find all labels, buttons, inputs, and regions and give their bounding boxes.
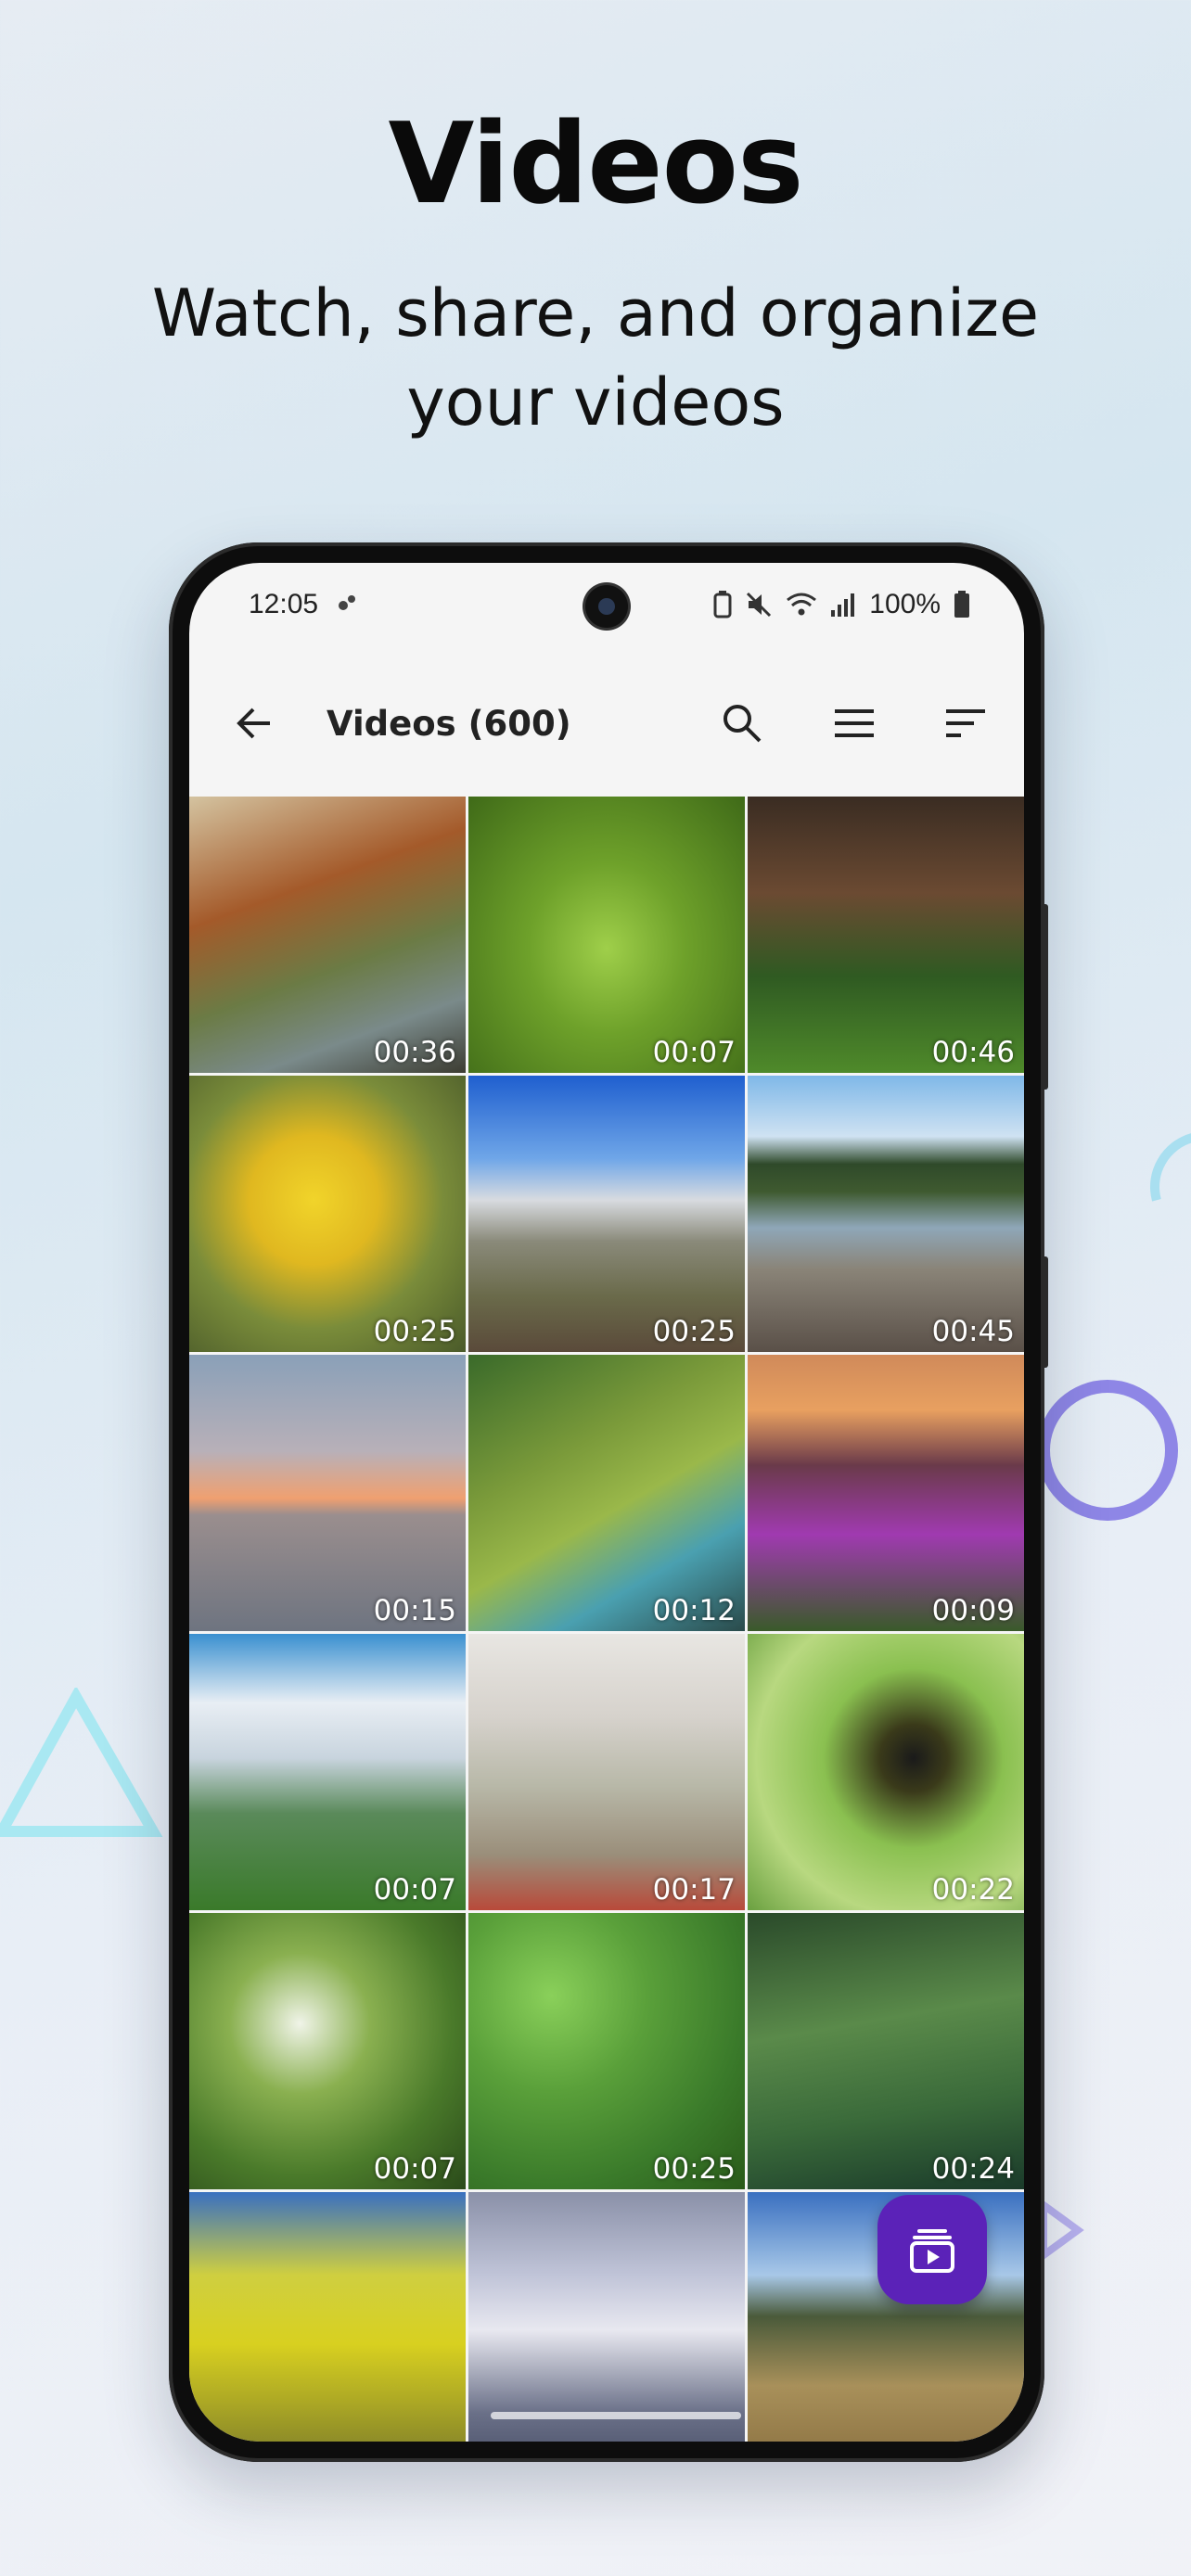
battery-icon [954,591,969,618]
video-thumbnail[interactable]: 00:07 [189,1913,466,2189]
video-thumbnail[interactable]: 00:17 [468,1634,745,1910]
video-grid: 00:36 00:07 00:46 00:25 00:25 00:45 00:1… [189,797,1024,2442]
video-thumbnail[interactable]: 00:25 [189,1076,466,1352]
video-duration: 00:25 [652,2152,736,2186]
video-duration: 00:15 [373,1594,456,1627]
list-view-icon [835,709,874,737]
sort-button[interactable] [938,695,993,751]
status-bar: 12:05 100% [189,563,1024,633]
view-mode-button[interactable] [826,695,882,751]
video-duration: 00:25 [652,1315,736,1348]
sort-icon [946,709,985,737]
video-duration: 00:07 [373,2152,456,2186]
status-icons: 100% [713,589,970,620]
wifi-icon [787,593,817,616]
video-thumbnail[interactable]: 00:22 [748,1634,1024,1910]
play-triangle-decoration [1040,2198,1084,2263]
video-duration: 00:12 [652,1594,736,1627]
mute-icon [747,592,772,618]
triangle-decoration [0,1688,163,1837]
video-thumbnail[interactable]: 00:25 [468,1076,745,1352]
video-thumbnail[interactable]: 00:24 [748,1913,1024,2189]
video-duration: 00:46 [931,1036,1015,1069]
video-thumbnail[interactable]: 00:15 [189,1355,466,1631]
video-thumbnail[interactable]: 00:07 [468,797,745,1073]
arc-decoration [1130,1111,1191,1263]
video-duration: 00:07 [652,1036,736,1069]
video-duration: 00:09 [931,1594,1015,1627]
front-camera [585,585,628,628]
promo-title: Videos [388,100,803,229]
video-duration: 00:45 [931,1315,1015,1348]
status-time: 12:05 [249,589,319,619]
video-thumbnail[interactable]: 00:45 [748,1076,1024,1352]
video-duration: 00:24 [931,2152,1015,2186]
app-bar: Videos (600) [189,672,1024,774]
search-button[interactable] [714,695,770,751]
video-duration: 00:07 [373,1873,456,1906]
video-thumbnail[interactable]: 00:12 [468,1355,745,1631]
notification-dot-icon [339,595,355,610]
side-button [1041,904,1048,1090]
video-duration: 00:25 [373,1315,456,1348]
video-thumbnail[interactable]: 00:07 [189,1634,466,1910]
video-library-button[interactable] [877,2195,987,2304]
video-duration: 00:36 [373,1036,456,1069]
video-duration: 00:17 [652,1873,736,1906]
video-library-icon [910,2229,954,2273]
phone-frame: 12:05 100% Videos (600) 00:36 00:07 00:4… [169,542,1048,2462]
video-thumbnail[interactable]: 00:25 [468,1913,745,2189]
ring-decoration [1037,1380,1178,1521]
video-thumbnail[interactable] [189,2192,466,2442]
promo-subtitle: Watch, share, and organize your videos [151,275,1040,440]
home-indicator [491,2412,741,2419]
video-thumbnail[interactable]: 00:36 [189,797,466,1073]
video-thumbnail[interactable]: 00:09 [748,1355,1024,1631]
back-arrow-icon [237,708,270,739]
video-thumbnail[interactable] [468,2192,745,2442]
video-duration: 00:22 [931,1873,1015,1906]
phone-screen: 12:05 100% Videos (600) 00:36 00:07 00:4… [189,563,1024,2442]
page-title: Videos (600) [327,704,571,744]
battery-percent: 100% [869,589,941,619]
back-button[interactable] [226,695,282,751]
search-icon [724,705,762,743]
side-button [1041,1256,1048,1368]
video-thumbnail[interactable]: 00:46 [748,797,1024,1073]
signal-icon [831,593,855,617]
battery-saver-icon [713,591,732,618]
